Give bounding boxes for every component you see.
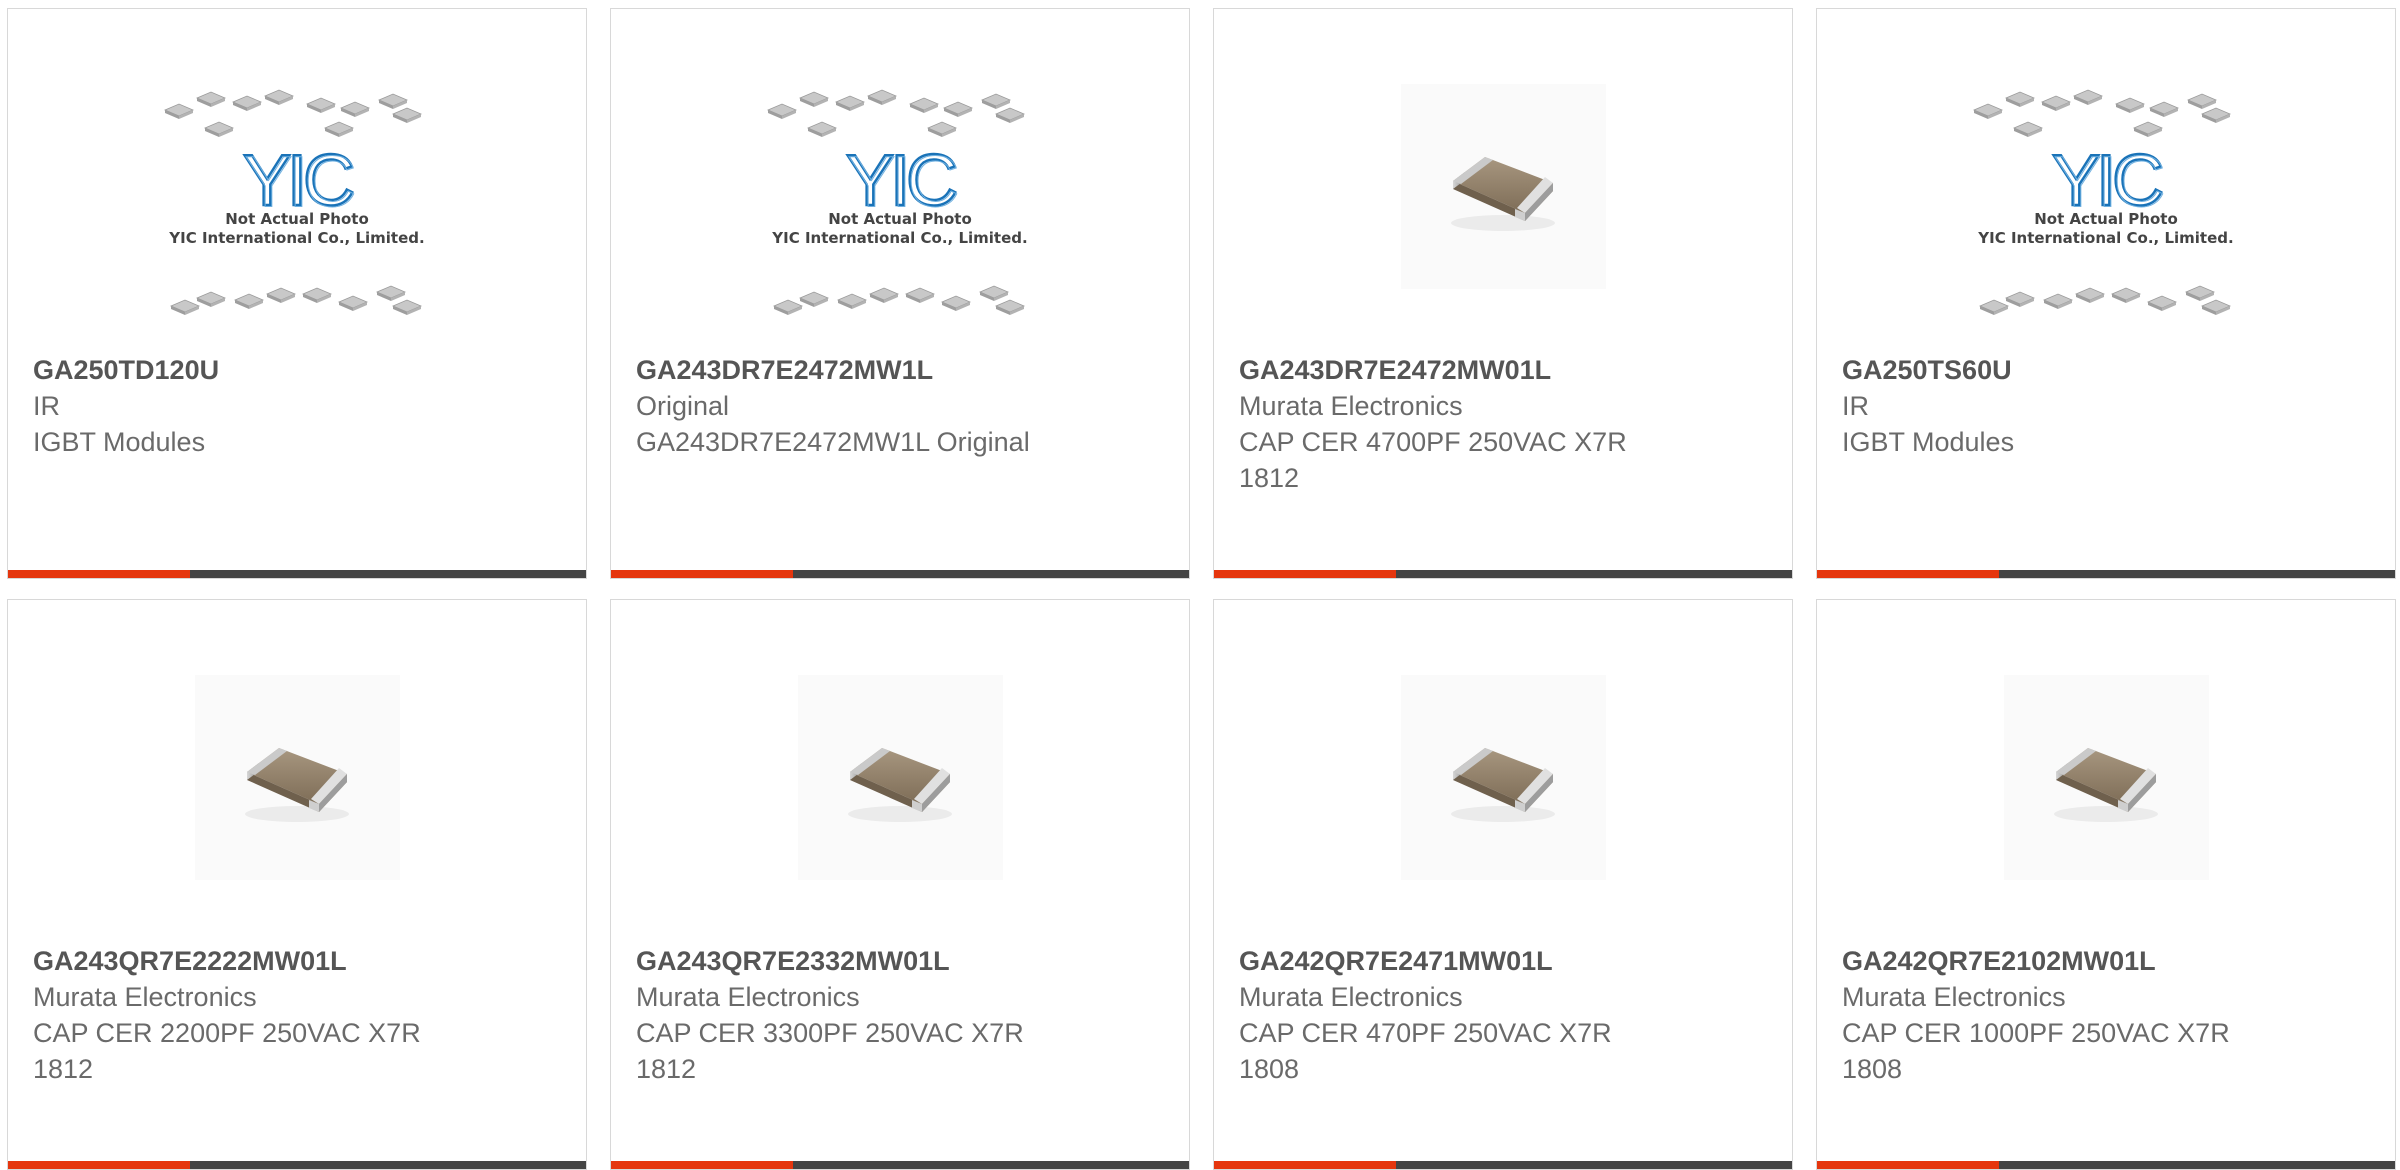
product-info: GA243DR7E2472MW01L Murata Electronics CA… [1239,352,1767,496]
card-bottom-bar [611,570,1189,578]
card-bottom-bar-accent [1817,570,1999,578]
placeholder-caption: Not Actual Photo YIC International Co., L… [157,210,437,248]
card-bottom-bar [611,1161,1189,1169]
part-number[interactable]: GA242QR7E2102MW01L [1842,943,2370,979]
product-card[interactable]: GA242QR7E2102MW01L Murata Electronics CA… [1816,599,2396,1170]
placeholder-caption-line1: Not Actual Photo [225,209,369,228]
part-number[interactable]: GA250TD120U [33,352,561,388]
card-bottom-bar-accent [611,570,793,578]
placeholder-icon: YIC YIC Not Actual Photo YIC International … [760,82,1040,332]
product-info: GA242QR7E2471MW01L Murata Electronics CA… [1239,943,1767,1087]
product-info: GA243DR7E2472MW1L Original GA243DR7E2472… [636,352,1164,460]
product-image[interactable] [636,600,1164,945]
placeholder-caption-line2: YIC International Co., Limited. [772,228,1028,247]
card-bottom-bar-accent [8,1161,190,1169]
product-description: CAP CER 1000PF 250VAC X7R 1808 [1842,1018,2230,1084]
product-image[interactable] [1239,9,1767,354]
manufacturer: Murata Electronics [1239,391,1463,421]
capacitor-icon [194,675,400,880]
product-card[interactable]: YIC YIC Not Actual Photo YIC International … [7,8,587,579]
product-card[interactable]: YIC YIC Not Actual Photo YIC International … [610,8,1190,579]
product-description: IGBT Modules [1842,427,2015,457]
product-description: CAP CER 3300PF 250VAC X7R 1812 [636,1018,1024,1084]
placeholder-icon: YIC YIC Not Actual Photo YIC International … [157,82,437,332]
manufacturer: Murata Electronics [636,982,860,1012]
part-number[interactable]: GA243DR7E2472MW1L [636,352,1164,388]
product-description: CAP CER 4700PF 250VAC X7R 1812 [1239,427,1627,493]
placeholder-caption-line1: Not Actual Photo [828,209,972,228]
product-description: GA243DR7E2472MW1L Original [636,427,1030,457]
product-info: GA242QR7E2102MW01L Murata Electronics CA… [1842,943,2370,1087]
product-card[interactable]: GA242QR7E2471MW01L Murata Electronics CA… [1213,599,1793,1170]
part-number[interactable]: GA243QR7E2222MW01L [33,943,561,979]
capacitor-icon [1400,84,1606,289]
product-description: IGBT Modules [33,427,206,457]
product-image[interactable]: YIC YIC Not Actual Photo YIC International … [33,9,561,354]
product-image[interactable]: YIC YIC Not Actual Photo YIC International … [1842,9,2370,354]
product-info: GA243QR7E2332MW01L Murata Electronics CA… [636,943,1164,1087]
product-info: GA250TS60U IR IGBT Modules [1842,352,2370,460]
part-number[interactable]: GA250TS60U [1842,352,2370,388]
product-info: GA250TD120U IR IGBT Modules [33,352,561,460]
capacitor-icon [797,675,1003,880]
part-number[interactable]: GA242QR7E2471MW01L [1239,943,1767,979]
product-image[interactable] [1842,600,2370,945]
card-bottom-bar [1214,570,1792,578]
card-bottom-bar-accent [8,570,190,578]
product-image[interactable]: YIC YIC Not Actual Photo YIC International … [636,9,1164,354]
product-card[interactable]: GA243QR7E2222MW01L Murata Electronics CA… [7,599,587,1170]
placeholder-icon: YIC YIC Not Actual Photo YIC International … [1966,82,2246,332]
card-bottom-bar [1817,1161,2395,1169]
placeholder-caption-line2: YIC International Co., Limited. [1978,228,2234,247]
part-number[interactable]: GA243QR7E2332MW01L [636,943,1164,979]
manufacturer: Original [636,391,730,421]
placeholder-caption-line1: Not Actual Photo [2034,209,2178,228]
manufacturer: Murata Electronics [33,982,257,1012]
placeholder-caption: Not Actual Photo YIC International Co., L… [760,210,1040,248]
card-bottom-bar-accent [611,1161,793,1169]
product-grid: YIC YIC Not Actual Photo YIC International … [7,8,2400,1170]
card-bottom-bar [8,1161,586,1169]
product-image[interactable] [33,600,561,945]
placeholder-caption: Not Actual Photo YIC International Co., L… [1966,210,2246,248]
product-image[interactable] [1239,600,1767,945]
manufacturer: Murata Electronics [1842,982,2066,1012]
product-info: GA243QR7E2222MW01L Murata Electronics CA… [33,943,561,1087]
manufacturer: IR [33,391,60,421]
capacitor-icon [2003,675,2209,880]
card-bottom-bar-accent [1214,570,1396,578]
card-bottom-bar-accent [1214,1161,1396,1169]
capacitor-icon [1400,675,1606,880]
product-description: CAP CER 2200PF 250VAC X7R 1812 [33,1018,421,1084]
product-card[interactable]: GA243DR7E2472MW01L Murata Electronics CA… [1213,8,1793,579]
card-bottom-bar [1817,570,2395,578]
product-card[interactable]: GA243QR7E2332MW01L Murata Electronics CA… [610,599,1190,1170]
manufacturer: Murata Electronics [1239,982,1463,1012]
product-description: CAP CER 470PF 250VAC X7R 1808 [1239,1018,1612,1084]
part-number[interactable]: GA243DR7E2472MW01L [1239,352,1767,388]
card-bottom-bar-accent [1817,1161,1999,1169]
placeholder-caption-line2: YIC International Co., Limited. [169,228,425,247]
manufacturer: IR [1842,391,1869,421]
card-bottom-bar [8,570,586,578]
card-bottom-bar [1214,1161,1792,1169]
product-card[interactable]: YIC YIC Not Actual Photo YIC International … [1816,8,2396,579]
